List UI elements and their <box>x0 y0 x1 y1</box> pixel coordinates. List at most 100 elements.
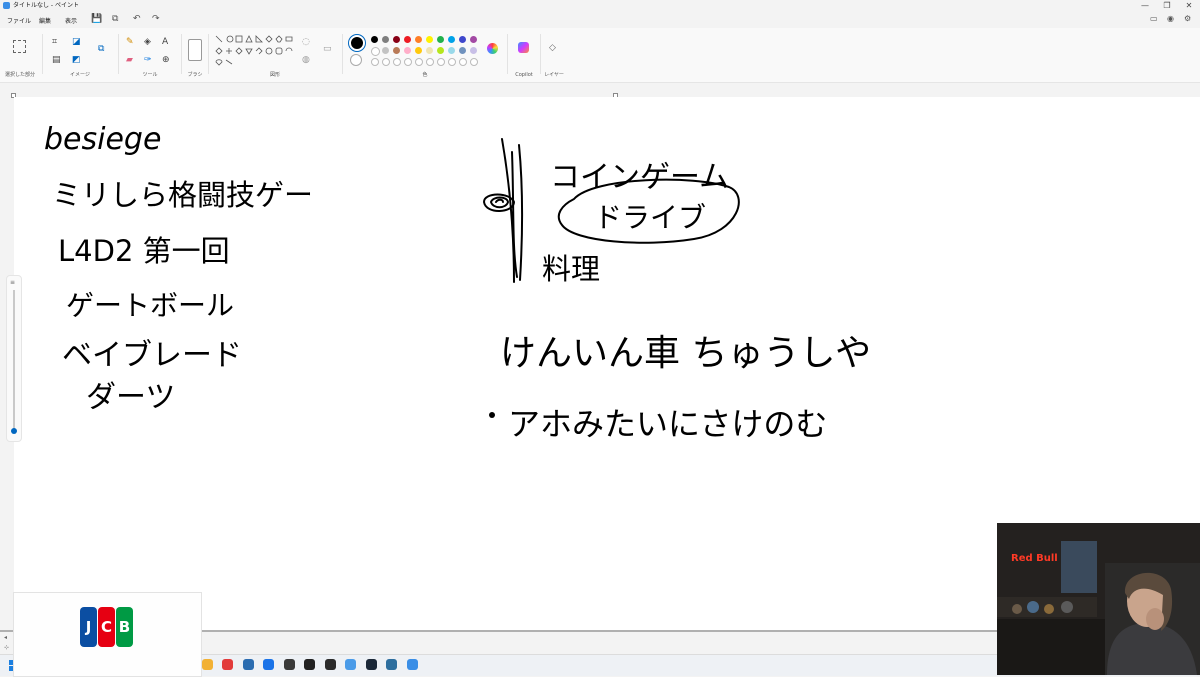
color-swatch[interactable] <box>415 47 422 54</box>
app-icon[interactable] <box>283 659 295 670</box>
color-swatch[interactable] <box>470 36 477 43</box>
empty-color-slot[interactable] <box>382 58 390 66</box>
redo-icon[interactable]: ↷ <box>152 14 160 24</box>
eraser-icon[interactable]: ▰ <box>126 55 133 65</box>
paint-icon[interactable] <box>406 659 418 670</box>
pencil-icon[interactable]: ✎ <box>126 37 134 47</box>
tools-label: ツール <box>142 72 158 78</box>
color-swatch[interactable] <box>404 36 411 43</box>
fill-shape-icon[interactable]: ◍ <box>302 55 310 65</box>
color-swatch[interactable] <box>393 47 400 54</box>
divider <box>118 34 119 74</box>
magnifier-icon[interactable]: ⊕ <box>162 55 170 65</box>
steam-icon[interactable] <box>365 659 377 670</box>
copilot-label: Copilot <box>515 72 533 78</box>
divider <box>208 34 209 74</box>
app-icon[interactable] <box>386 659 397 670</box>
color-swatch[interactable] <box>415 36 422 43</box>
list-item-l4d2: L4D2 第一回 <box>58 234 230 268</box>
zoom-track[interactable] <box>13 290 15 430</box>
empty-color-slot[interactable] <box>437 58 445 66</box>
empty-color-slot[interactable] <box>470 58 478 66</box>
account-icon[interactable]: ◉ <box>1167 14 1174 23</box>
color-swatch[interactable] <box>371 47 380 56</box>
secondary-color-swatch[interactable] <box>350 54 362 66</box>
shapes-gallery[interactable] <box>214 34 294 74</box>
color-swatch[interactable] <box>459 47 466 54</box>
image-options-icon[interactable]: ⧉ <box>98 44 104 54</box>
rotate-icon[interactable]: ▤ <box>52 55 61 65</box>
settings-app-icon[interactable] <box>242 659 254 670</box>
share-icon[interactable]: ⧉ <box>112 14 118 24</box>
shape-options-icon[interactable]: ▭ <box>323 44 332 54</box>
app-icon[interactable] <box>304 659 315 670</box>
copilot-group: Copilot <box>509 28 539 82</box>
color-swatch[interactable] <box>426 36 433 43</box>
color-swatch[interactable] <box>448 47 455 54</box>
color-swatch[interactable] <box>448 36 455 43</box>
empty-color-slot[interactable] <box>459 58 467 66</box>
close-button[interactable]: ✕ <box>1178 0 1200 12</box>
jcb-letter-c: C <box>98 607 115 647</box>
minimize-button[interactable]: — <box>1134 0 1156 12</box>
empty-color-slot[interactable] <box>371 58 379 66</box>
color-picker-icon[interactable]: ✑ <box>144 55 152 65</box>
active-color-swatch[interactable] <box>349 35 365 51</box>
save-icon[interactable]: 💾 <box>91 14 102 24</box>
list-item-beyblade: ベイブレード <box>62 338 242 373</box>
layers-label: レイヤー <box>544 72 564 78</box>
empty-color-slot[interactable] <box>426 58 434 66</box>
jcb-advertisement[interactable]: J C B <box>13 592 202 677</box>
app-icon[interactable] <box>324 659 336 670</box>
undo-icon[interactable]: ↶ <box>133 14 141 24</box>
bullet-dot <box>489 412 495 418</box>
fill-icon[interactable]: ◈ <box>144 37 151 47</box>
drive-text: ドライブ <box>594 201 706 234</box>
color-swatch[interactable] <box>437 47 444 54</box>
menu-edit[interactable]: 編集 <box>39 16 51 25</box>
ribbon-toolbar: 選択した部分 ⌗ ◪ ▤ ◩ ⧉ イメージ ✎ ◈ A ▰ ✑ ⊕ ツール ブラ… <box>0 28 1200 83</box>
color-swatch[interactable] <box>382 36 389 43</box>
divider <box>42 34 43 74</box>
color-swatch[interactable] <box>437 36 444 43</box>
crop-icon[interactable]: ⌗ <box>52 37 57 47</box>
empty-color-slot[interactable] <box>393 58 401 66</box>
scroll-left-icon[interactable]: ◂ <box>4 634 7 641</box>
zoom-slider[interactable]: ≡ <box>6 275 22 442</box>
app-icon[interactable] <box>345 659 356 670</box>
outline-icon[interactable]: ◌ <box>302 37 310 47</box>
brush-icon[interactable] <box>188 39 202 61</box>
empty-color-slot[interactable] <box>415 58 423 66</box>
jcb-letter-b: B <box>116 607 133 647</box>
text-icon[interactable]: A <box>162 37 168 47</box>
settings-icon[interactable]: ⚙ <box>1184 14 1191 23</box>
color-swatch[interactable] <box>426 47 433 54</box>
youtube-icon[interactable] <box>222 659 233 670</box>
divider <box>507 34 508 74</box>
menu-view[interactable]: 表示 <box>65 16 77 25</box>
chrome-icon[interactable] <box>263 659 274 670</box>
color-swatch[interactable] <box>470 47 477 54</box>
zoom-in-icon[interactable]: ≡ <box>10 279 15 286</box>
cursor-position-icon: ⊹ <box>4 644 10 651</box>
window-title: タイトルなし - ペイント <box>13 2 79 9</box>
select-icon[interactable] <box>13 40 26 53</box>
copilot-icon[interactable] <box>518 42 529 53</box>
layers-icon[interactable]: ◇ <box>549 43 556 53</box>
maximize-button[interactable]: ❐ <box>1156 0 1178 12</box>
edit-colors-icon[interactable] <box>487 43 498 54</box>
explorer-icon[interactable] <box>201 659 213 670</box>
comment-icon[interactable]: ▭ <box>1150 14 1158 23</box>
color-swatch[interactable] <box>393 36 400 43</box>
menu-file[interactable]: ファイル <box>7 16 31 25</box>
empty-color-slot[interactable] <box>448 58 456 66</box>
flip-icon[interactable]: ◩ <box>72 55 81 65</box>
zoom-thumb[interactable] <box>11 428 17 434</box>
divider <box>342 34 343 74</box>
empty-color-slot[interactable] <box>404 58 412 66</box>
color-swatch[interactable] <box>404 47 411 54</box>
resize-icon[interactable]: ◪ <box>72 37 81 47</box>
color-swatch[interactable] <box>382 47 389 54</box>
color-swatch[interactable] <box>459 36 466 43</box>
color-swatch[interactable] <box>371 36 378 43</box>
